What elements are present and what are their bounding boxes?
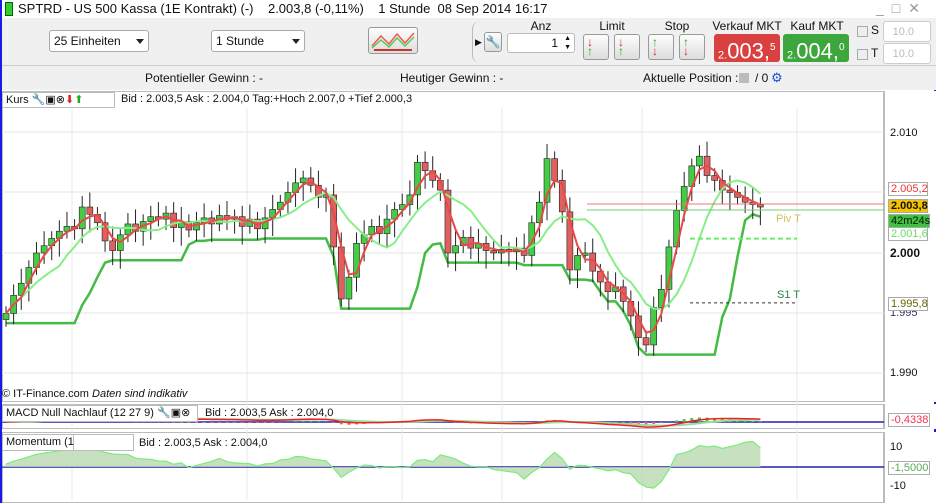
copyright-text: © IT-Finance.com	[2, 388, 89, 400]
candle-body	[86, 206, 94, 215]
wrench-icon[interactable]: 🔧	[32, 94, 46, 106]
candle-body	[421, 161, 429, 172]
candle-body	[574, 255, 581, 271]
macd-histogram-bar	[751, 420, 755, 422]
macd-histogram-bar	[210, 422, 214, 423]
macd-histogram-bar	[309, 421, 313, 422]
macd-histogram-bar	[675, 420, 679, 422]
tick-2000: 2.000	[890, 246, 921, 260]
macd-histogram-bar	[332, 422, 336, 423]
candle-body	[2, 313, 10, 320]
price-chart-header: Kurs 🔧▣⊗⬇⬆	[2, 92, 115, 108]
macd-quote: Bid : 2.003,5 Ask : 2.004,0	[205, 407, 334, 419]
s1-label: S1 T	[777, 289, 801, 301]
chart-canvas	[2, 108, 884, 500]
macd-histogram-bar	[659, 422, 663, 424]
window-icon[interactable]: ▣	[171, 407, 181, 419]
macd-histogram-bar	[240, 422, 244, 423]
candle-body	[78, 206, 86, 230]
s1-value-tag: 1.995,8	[888, 297, 928, 311]
macd-header: MACD Null Nachlauf (12 27 9) 🔧▣⊗	[2, 405, 198, 422]
wrench-icon[interactable]: 🔧	[157, 407, 171, 419]
candle-body	[109, 240, 116, 251]
macd-histogram-bar	[217, 422, 221, 423]
tick-minus-10: -10	[890, 480, 906, 492]
close-icon[interactable]: ⊗	[181, 407, 190, 419]
candle-body	[642, 337, 650, 346]
candle-body	[551, 158, 558, 181]
close-icon[interactable]: ⊗	[56, 94, 65, 106]
candle-body	[345, 276, 353, 300]
momentum-value-tag: -1,5000	[888, 461, 930, 475]
candle-body	[490, 250, 497, 254]
window-icon[interactable]: ▣	[45, 94, 55, 106]
disclaimer: Daten sind indikativ	[92, 388, 188, 400]
macd-histogram-bar	[301, 421, 305, 422]
tick-2010: 2.010	[890, 127, 918, 139]
candle-body	[124, 223, 132, 236]
macd-histogram-bar	[187, 422, 191, 423]
candle-body	[452, 245, 459, 254]
macd-value-tag: -0,4338	[888, 413, 930, 427]
macd-name: MACD Null Nachlauf (12 27 9)	[6, 407, 154, 419]
macd-histogram-bar	[652, 422, 656, 425]
sell-arrow-icon[interactable]: ⬇	[65, 94, 74, 106]
candle-body	[299, 177, 307, 184]
tick-10: 10	[890, 441, 903, 453]
momentum-header: Momentum (14) 🔧▣⊗	[2, 434, 120, 451]
momentum-name: Momentum (14)	[6, 436, 84, 448]
support-value-tag: 2.001,6	[888, 227, 928, 241]
macd-histogram-bar	[263, 422, 267, 423]
macd-histogram-bar	[248, 422, 252, 423]
candle-body	[147, 216, 155, 222]
candle-body	[696, 155, 703, 167]
macd-histogram-bar	[225, 422, 229, 423]
tick-1990: 1.990	[890, 367, 918, 379]
buy-arrow-icon[interactable]: ⬆	[74, 94, 83, 106]
chart-name: Kurs	[6, 94, 29, 106]
current-price-tag: 2.003,8	[888, 199, 928, 213]
copyright: © IT-Finance.com Daten sind indikativ	[2, 388, 187, 400]
macd-histogram-bar	[255, 422, 259, 423]
ma-value-tag: 2.005,2	[888, 182, 928, 196]
macd-histogram-bar	[682, 419, 686, 422]
momentum-quote: Bid : 2.003,5 Ask : 2.004,0	[139, 437, 268, 449]
macd-histogram-bar	[758, 421, 762, 422]
candle-body	[711, 175, 718, 181]
candle-timer: 42m24s	[888, 214, 930, 228]
price-quote: Bid : 2.003,5 Ask : 2.004,0 Tag:+Hoch 2.…	[121, 93, 413, 105]
momentum-header-icons	[74, 434, 134, 451]
macd-histogram-bar	[195, 422, 198, 423]
macd-histogram-bar	[233, 422, 237, 423]
macd-histogram-bar	[202, 422, 206, 423]
candle-body	[757, 204, 764, 208]
pivot-label: Piv T	[776, 213, 801, 225]
